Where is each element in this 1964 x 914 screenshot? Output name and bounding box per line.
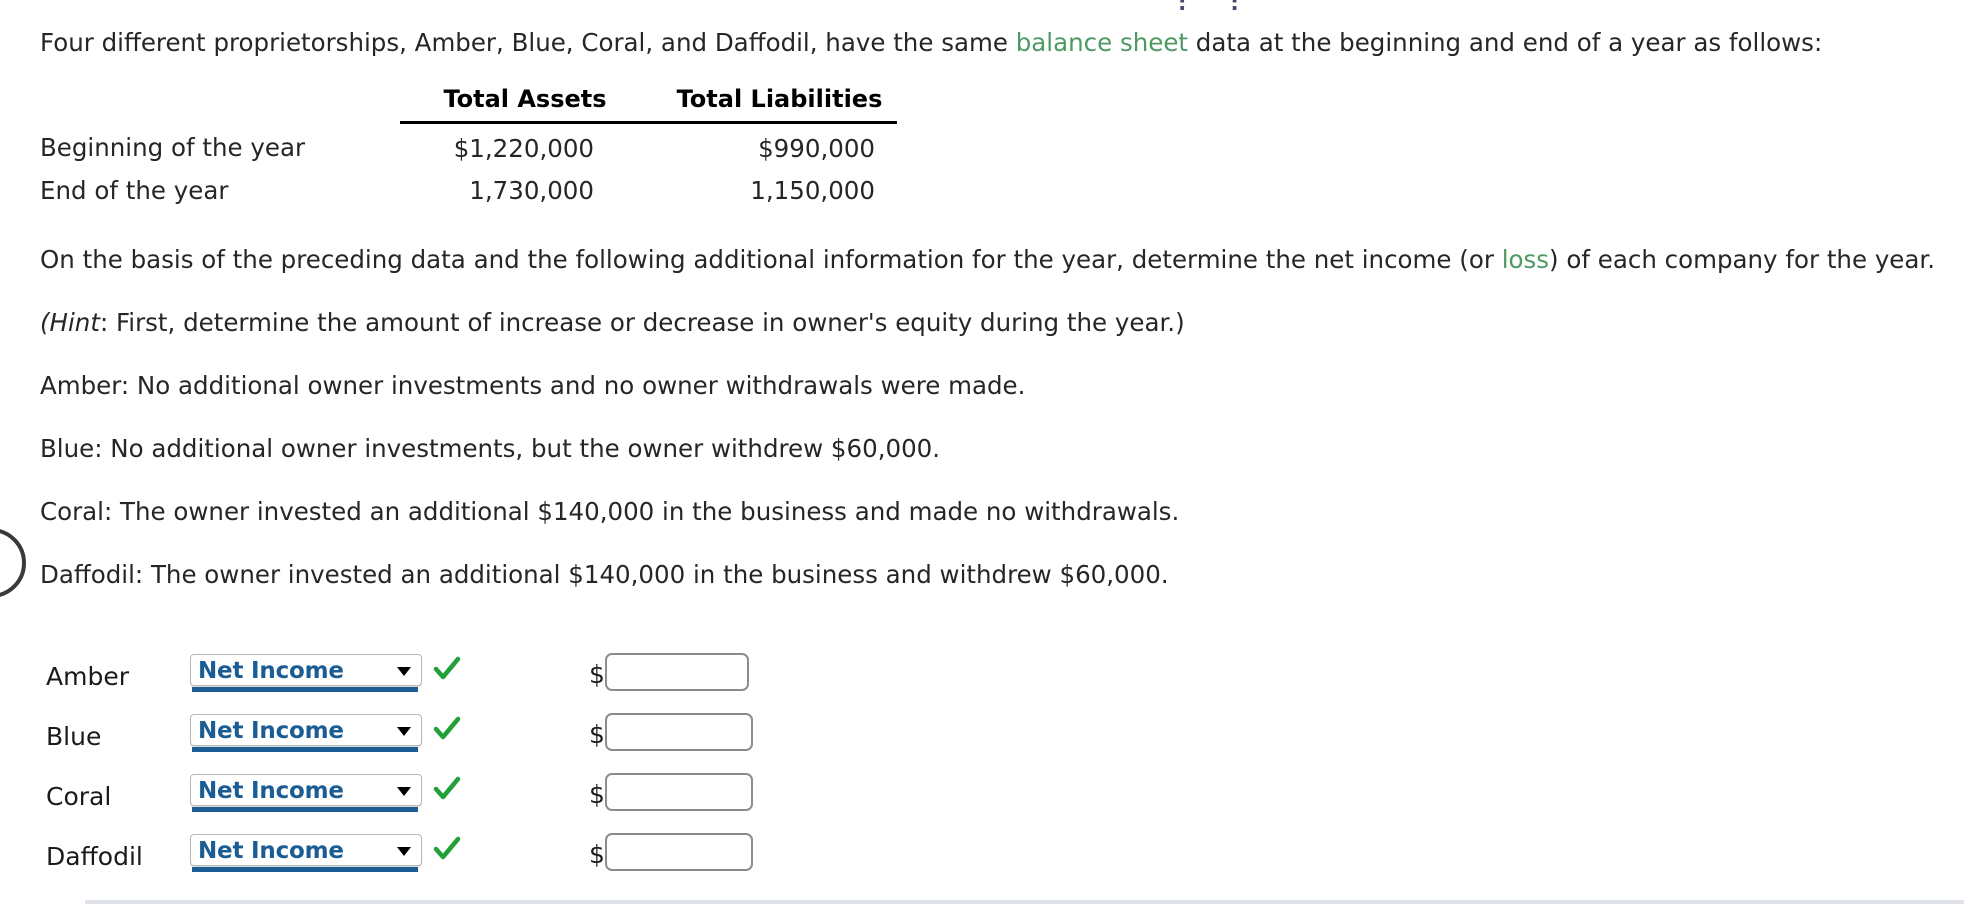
table-header-row: Total Assets Total Liabilities (40, 85, 897, 124)
company-label-amber: Amber (46, 662, 129, 691)
select-selected-value: Net Income (198, 658, 344, 684)
classification-select-blue[interactable]: Net Income (190, 714, 422, 752)
row-label-beginning: Beginning of the year (40, 133, 306, 163)
cell-beginning-liabilities: $990,000 (758, 134, 875, 163)
instruction-daffodil: Daffodil: The owner invested an addition… (40, 560, 1169, 589)
cell-end-liabilities: 1,150,000 (750, 176, 875, 205)
cell-end-assets: 1,730,000 (469, 176, 594, 205)
checkmark-icon (432, 654, 462, 684)
intro-text-before: Four different proprietorships, Amber, B… (40, 28, 1016, 57)
table-row: Beginning of the year $1,220,000 $990,00… (40, 123, 897, 167)
chevron-down-icon[interactable] (397, 787, 411, 796)
classification-select-amber[interactable]: Net Income (190, 654, 422, 692)
amount-input-daffodil[interactable] (605, 833, 753, 871)
header-total-assets: Total Assets (400, 85, 630, 124)
intro-text-after: data at the beginning and end of a year … (1188, 28, 1823, 57)
header-blank (40, 85, 400, 123)
classification-select-coral[interactable]: Net Income (190, 774, 422, 812)
currency-symbol-coral: $ (589, 780, 605, 809)
instruction-amber: Amber: No additional owner investments a… (40, 371, 1026, 400)
checkmark-icon (432, 774, 462, 804)
basis-text-after: ) of each company for the year. (1549, 245, 1936, 274)
intro-paragraph: Four different proprietorships, Amber, B… (40, 28, 1822, 58)
cell-beginning-assets: $1,220,000 (453, 134, 594, 163)
balance-sheet-table: Total Assets Total Liabilities Beginning… (40, 85, 897, 208)
select-underline (192, 867, 418, 872)
instruction-hint: (Hint: First, determine the amount of in… (40, 308, 1185, 338)
chevron-down-icon[interactable] (397, 727, 411, 736)
select-underline (192, 807, 418, 812)
currency-symbol-daffodil: $ (589, 840, 605, 869)
select-selected-value: Net Income (198, 778, 344, 804)
checkmark-icon (432, 714, 462, 744)
hint-rest: : First, determine the amount of increas… (99, 308, 1185, 337)
bottom-divider (85, 900, 1964, 904)
basis-text-before: On the basis of the preceding data and t… (40, 245, 1502, 274)
amount-input-blue[interactable] (605, 713, 753, 751)
select-underline (192, 687, 418, 692)
select-selected-value: Net Income (198, 718, 344, 744)
checkmark-icon (432, 834, 462, 864)
company-label-blue: Blue (46, 722, 102, 751)
header-total-liabilities: Total Liabilities (630, 85, 897, 124)
instruction-coral: Coral: The owner invested an additional … (40, 497, 1180, 526)
question-page: :: Four different proprietorships, Amber… (0, 0, 1964, 914)
row-label-end: End of the year (40, 176, 229, 205)
hint-emphasis: (Hint (40, 308, 100, 337)
select-underline (192, 747, 418, 752)
classification-select-daffodil[interactable]: Net Income (190, 834, 422, 872)
company-label-daffodil: Daffodil (46, 842, 143, 871)
balance-sheet-link[interactable]: balance sheet (1016, 28, 1188, 57)
edge-circle-annotation (0, 528, 26, 598)
select-selected-value: Net Income (198, 838, 344, 864)
company-label-coral: Coral (46, 782, 112, 811)
amount-input-amber[interactable] (605, 653, 749, 691)
chevron-down-icon[interactable] (397, 847, 411, 856)
clipped-top-text: :: (1178, 0, 1283, 15)
instruction-blue: Blue: No additional owner investments, b… (40, 434, 941, 463)
instruction-basis: On the basis of the preceding data and t… (40, 245, 1935, 275)
currency-symbol-blue: $ (589, 720, 605, 749)
table-row: End of the year 1,730,000 1,150,000 (40, 166, 897, 208)
loss-link[interactable]: loss (1502, 245, 1549, 274)
currency-symbol-amber: $ (589, 660, 605, 689)
chevron-down-icon[interactable] (397, 667, 411, 676)
amount-input-coral[interactable] (605, 773, 753, 811)
